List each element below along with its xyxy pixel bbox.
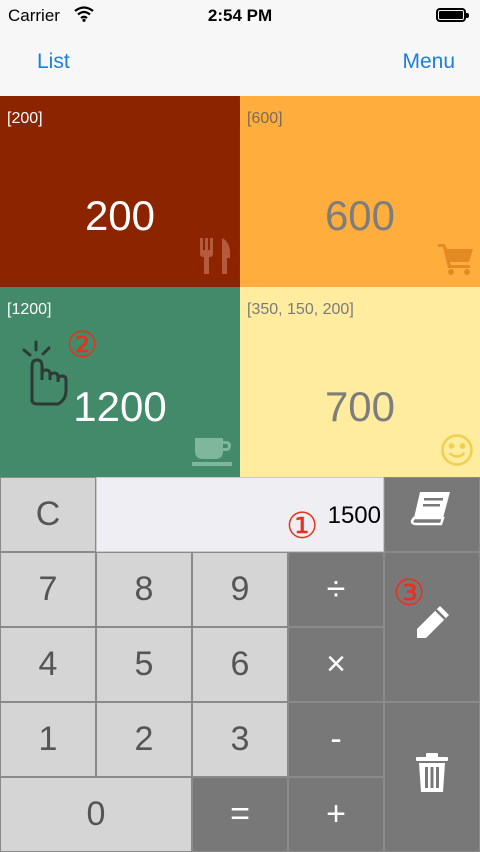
navigation-bar: List Menu	[0, 32, 480, 96]
annotation-marker-3: ③	[393, 572, 426, 613]
delete-button[interactable]	[384, 702, 480, 852]
tile-total-value: 200	[84, 192, 156, 239]
digit-1-key[interactable]: 1	[0, 702, 96, 777]
display-value: 1500	[327, 502, 381, 529]
fork-knife-icon	[198, 236, 234, 281]
tile-total-value: 700	[324, 383, 396, 430]
digit-2-key[interactable]: 2	[96, 702, 192, 777]
digit-6-key[interactable]: 6	[192, 627, 288, 702]
plus-key[interactable]: +	[288, 777, 384, 852]
clock-time: 2:54 PM	[207, 6, 273, 25]
book-icon	[410, 490, 454, 539]
tile-history-label: [200]	[7, 110, 43, 127]
calculator-display: 1500	[96, 477, 384, 552]
tile-total-value: 600	[324, 192, 396, 239]
digit-3-key[interactable]: 3	[192, 702, 288, 777]
trash-icon	[414, 752, 450, 803]
tile-history-label: [1200]	[7, 301, 52, 318]
clear-key[interactable]: C	[0, 477, 96, 552]
tile-history-label: [600]	[247, 110, 283, 127]
category-tile-misc[interactable]: [350, 150, 200] 700	[240, 287, 480, 478]
digit-4-key[interactable]: 4	[0, 627, 96, 702]
multiply-key[interactable]: ×	[288, 627, 384, 702]
tile-history-label: [350, 150, 200]	[247, 301, 354, 318]
category-tile-shopping[interactable]: [600] 600	[240, 96, 480, 287]
tap-hand-icon	[18, 340, 70, 413]
status-bar: Carrier 2:54 PM	[0, 0, 480, 32]
digit-7-key[interactable]: 7	[0, 552, 96, 627]
divide-key[interactable]: ÷	[288, 552, 384, 627]
annotation-marker-1: ①	[286, 505, 319, 546]
annotation-marker-2: ②	[66, 324, 99, 365]
list-entries-button[interactable]	[384, 477, 480, 552]
smiley-icon	[440, 433, 474, 472]
battery-icon	[436, 8, 469, 22]
digit-9-key[interactable]: 9	[192, 552, 288, 627]
category-tile-food[interactable]: [200] 200	[0, 96, 240, 287]
coffee-cup-icon	[192, 435, 234, 472]
menu-button[interactable]: Menu	[402, 50, 455, 74]
list-button[interactable]: List	[37, 50, 70, 74]
equals-key[interactable]: =	[192, 777, 288, 852]
digit-5-key[interactable]: 5	[96, 627, 192, 702]
digit-8-key[interactable]: 8	[96, 552, 192, 627]
cart-icon	[438, 242, 474, 281]
digit-0-key[interactable]: 0	[0, 777, 192, 852]
minus-key[interactable]: -	[288, 702, 384, 777]
